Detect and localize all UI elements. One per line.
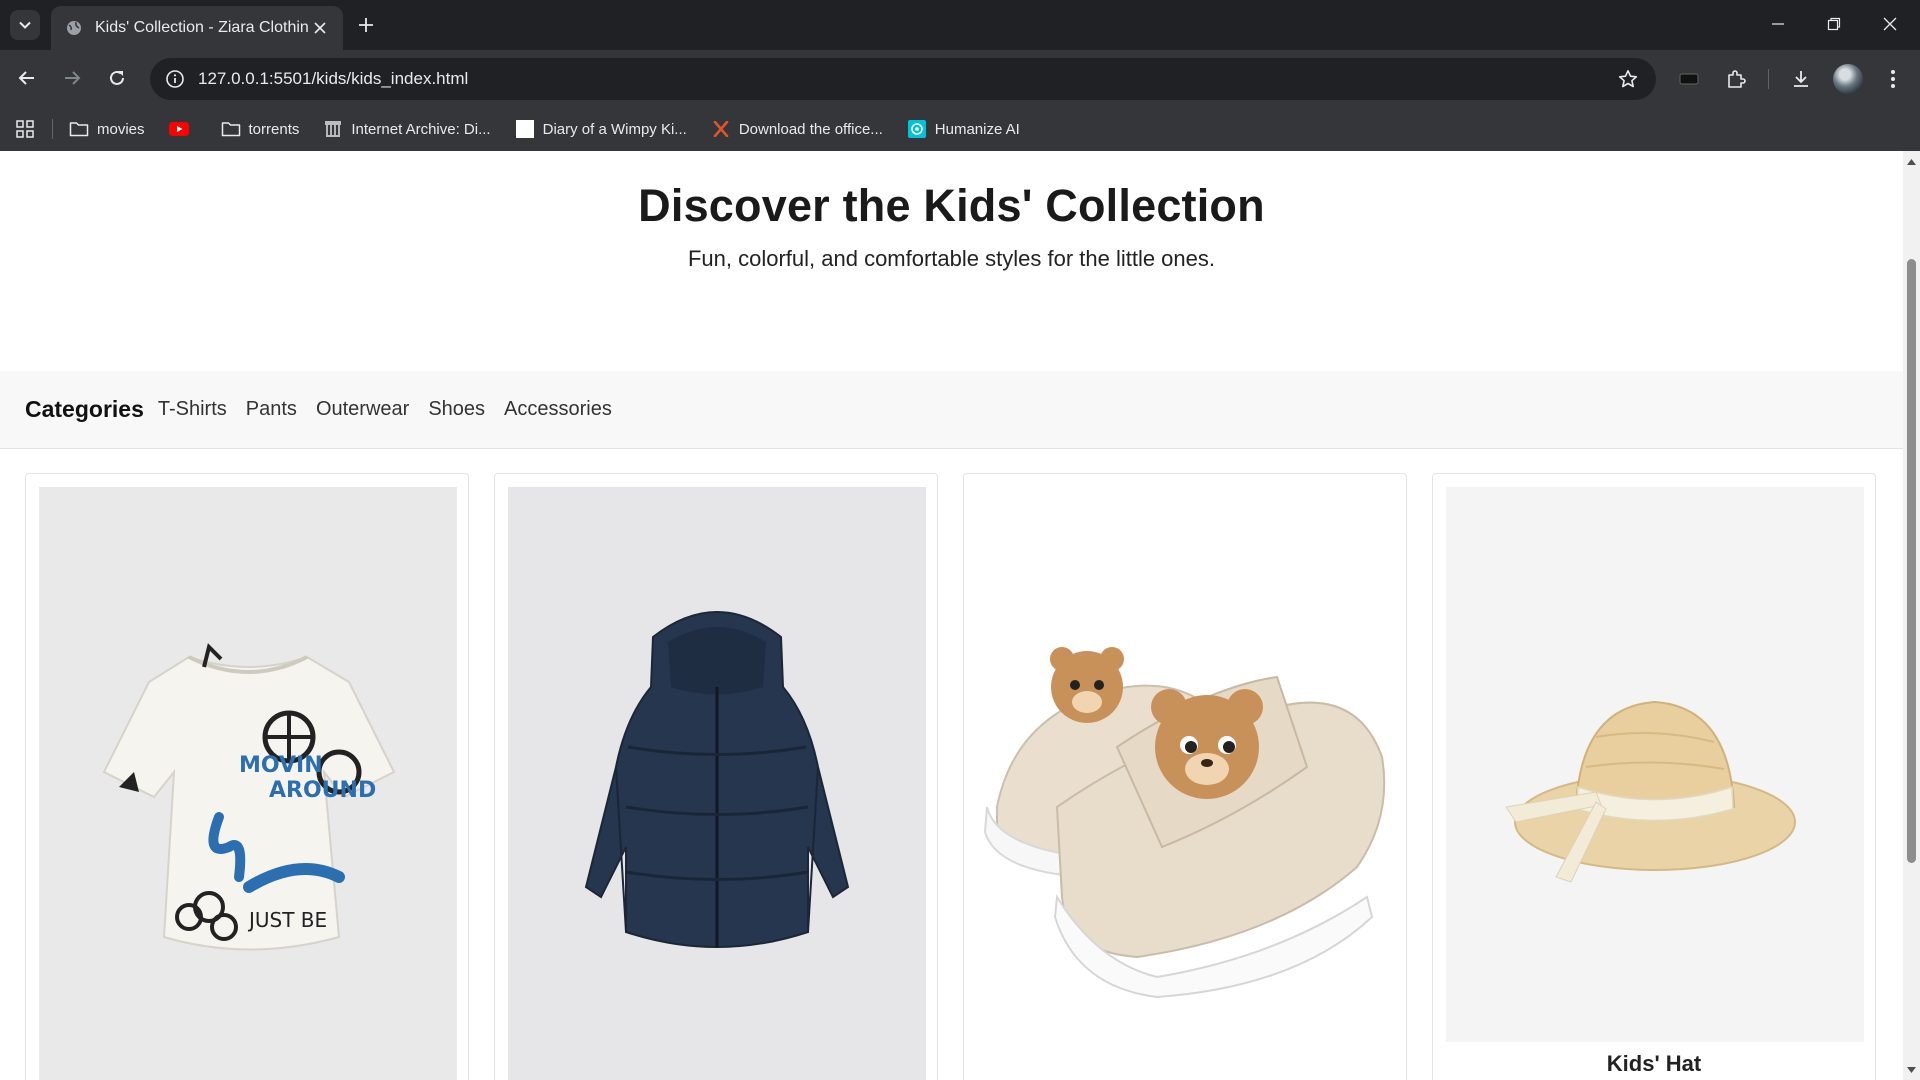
arrow-left-icon [18,71,34,85]
bookmark-download-office[interactable]: Download the office... [711,120,883,138]
product-card[interactable]: MOVIN AROUND JUST BE [25,473,469,1080]
restore-button[interactable] [1806,0,1862,48]
bookmark-torrents[interactable]: torrents [221,120,300,138]
page-subtitle: Fun, colorful, and comfortable styles fo… [687,246,1216,271]
bookmarks-divider [52,119,53,139]
category-link-pants[interactable]: Pants [246,398,297,421]
tab-search-button[interactable] [10,10,40,40]
apps-grid-icon[interactable] [14,118,36,140]
tab-active[interactable]: Kids' Collection - Ziara Clothing [51,6,343,50]
url-text[interactable]: 127.0.0.1:5501/kids/kids_index.html [198,69,1608,89]
product-card[interactable]: Kids' Hat [1432,473,1876,1080]
globe-icon [65,19,83,37]
chevron-down-icon [19,21,31,29]
restore-icon [1827,17,1841,31]
bookmark-internet-archive[interactable]: Internet Archive: Di... [323,120,491,138]
bookmark-humanize-ai[interactable]: Humanize AI [907,120,1020,138]
bookmark-star-icon[interactable] [1608,59,1648,99]
profile-avatar[interactable] [1833,64,1863,94]
product-image-hat[interactable] [1446,487,1864,1042]
new-tab-button[interactable] [351,10,381,40]
product-name[interactable]: Kids' Hat [1433,1051,1875,1077]
svg-text:AROUND: AROUND [269,778,376,803]
forward-button[interactable] [56,62,88,94]
page-viewport: Discover the Kids' Collection Fun, color… [0,151,1920,1080]
tab-title: Kids' Collection - Ziara Clothing [95,19,309,36]
more-menu-icon[interactable] [1876,62,1910,96]
minimize-icon [1772,23,1784,25]
bookmark-label: Diary of a Wimpy Ki... [542,120,687,138]
categories-bar: Categories T-Shirts Pants Outerwear Shoe… [0,371,1903,449]
bookmark-label: Humanize AI [934,120,1020,138]
categories-heading: Categories [25,396,144,422]
bookmark-diary-wimpy-kid[interactable]: Diary of a Wimpy Ki... [515,120,687,138]
back-button[interactable] [11,62,43,94]
archive-icon [323,120,343,138]
youtube-icon [168,120,189,138]
product-image-tshirt[interactable]: MOVIN AROUND JUST BE [39,487,457,1080]
site-info-icon[interactable] [154,58,196,100]
minimize-button[interactable] [1750,0,1806,48]
hero-section: Discover the Kids' Collection Fun, color… [0,151,1903,371]
close-icon [1883,17,1897,31]
category-link-shoes[interactable]: Shoes [428,398,485,421]
plus-icon [359,18,373,32]
category-link-tshirts[interactable]: T-Shirts [158,398,227,421]
address-bar[interactable]: 127.0.0.1:5501/kids/kids_index.html [150,58,1656,100]
scroll-up-icon[interactable] [1903,153,1920,170]
bookmark-label: movies [97,120,145,138]
bookmark-label: Internet Archive: Di... [351,120,491,138]
folder-icon [221,120,241,138]
bookmark-label: torrents [248,120,300,138]
toolbar-divider [1768,69,1769,89]
reload-button[interactable] [101,62,133,94]
bookmark-movies[interactable]: movies [69,120,145,138]
bookmark-youtube[interactable] [168,120,197,138]
category-link-accessories[interactable]: Accessories [504,398,612,421]
scroll-down-icon[interactable] [1903,1061,1920,1078]
x-logo-icon [711,120,731,138]
folder-icon [69,120,89,138]
page-scrollbar[interactable] [1903,151,1920,1080]
bookmarks-bar: movies torrents Internet Archive: Di... … [0,107,1920,151]
product-image-jacket[interactable] [508,487,926,1080]
media-controls-icon[interactable] [1672,62,1706,96]
arrow-right-icon [65,71,81,85]
humanize-icon [907,120,927,138]
extensions-puzzle-icon[interactable] [1719,62,1753,96]
product-image-sneakers[interactable] [977,487,1395,1080]
page-title: Discover the Kids' Collection [638,180,1265,231]
close-window-button[interactable] [1862,0,1918,48]
tab-strip: Kids' Collection - Ziara Clothing [0,0,1920,50]
svg-text:MOVIN: MOVIN [239,753,323,778]
svg-text:JUST BE: JUST BE [247,908,327,932]
download-icon[interactable] [1784,62,1818,96]
close-icon[interactable] [309,17,331,39]
scrollbar-thumb[interactable] [1907,259,1916,863]
reload-icon [110,70,124,85]
product-card[interactable] [494,473,938,1080]
browser-toolbar: 127.0.0.1:5501/kids/kids_index.html [0,50,1920,107]
bookmark-label: Download the office... [738,120,883,138]
blank-page-icon [515,120,535,138]
category-link-outerwear[interactable]: Outerwear [316,398,409,421]
product-card[interactable] [963,473,1407,1080]
